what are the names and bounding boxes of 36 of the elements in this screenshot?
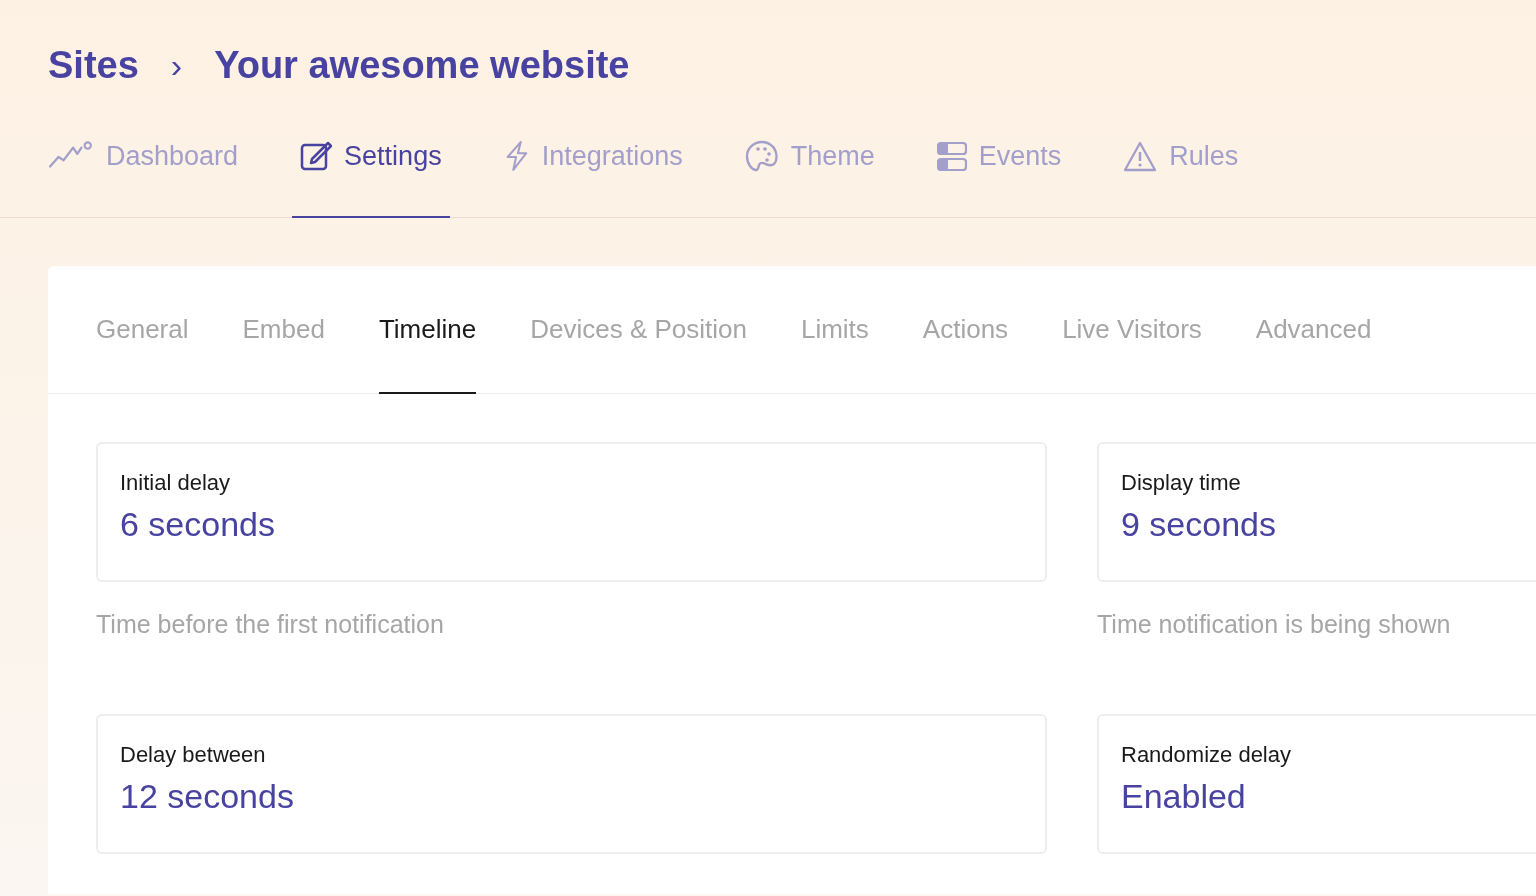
section-tab[interactable]: Actions [922,266,1009,394]
page-title: Your awesome website [214,42,630,88]
field-label: Initial delay [120,469,232,497]
help-text: Time notification is being shown [1097,610,1451,638]
setting-field[interactable]: Display time 9 seconds [1097,442,1536,582]
palette-icon [744,140,779,172]
breadcrumb-link[interactable]: Sites [48,36,139,94]
section-tab[interactable]: Live Visitors [1062,266,1202,394]
section-tab[interactable]: Embed [242,266,325,394]
edit-icon [300,141,333,171]
nav-tab[interactable]: Rules [1115,110,1247,218]
field-label: Delay between [120,741,267,769]
section-tab[interactable]: Advanced [1255,266,1372,394]
nav-tab[interactable]: Settings [292,110,450,218]
section-tab[interactable]: Timeline [378,266,477,394]
section-tab[interactable]: Limits [800,266,869,394]
breadcrumb-separator: › [170,44,183,86]
nav-tab[interactable]: Events [928,110,1070,218]
setting-field[interactable]: Randomize delay Enabled [1097,714,1536,854]
nav-tab[interactable]: Dashboard [40,110,247,218]
setting-field[interactable]: Initial delay 6 seconds [96,442,1047,582]
section-tab[interactable]: General [96,266,189,394]
warning-icon [1123,140,1158,172]
chart-line-icon [48,141,94,171]
nav-tab[interactable]: Integrations [495,110,691,218]
field-label: Display time [1121,469,1242,497]
field-value: 12 seconds [120,776,295,817]
field-value: 9 seconds [1121,504,1277,545]
field-label: Randomize delay [1121,741,1292,769]
section-tab[interactable]: Devices & Position [530,266,747,394]
help-text: Time before the first notification [96,610,444,638]
field-value: Enabled [1121,776,1247,817]
nav-tab[interactable]: Theme [736,110,883,218]
setting-field[interactable]: Delay between 12 seconds [96,714,1047,854]
field-value: 6 seconds [120,504,276,545]
toggle-list-icon [936,141,967,171]
